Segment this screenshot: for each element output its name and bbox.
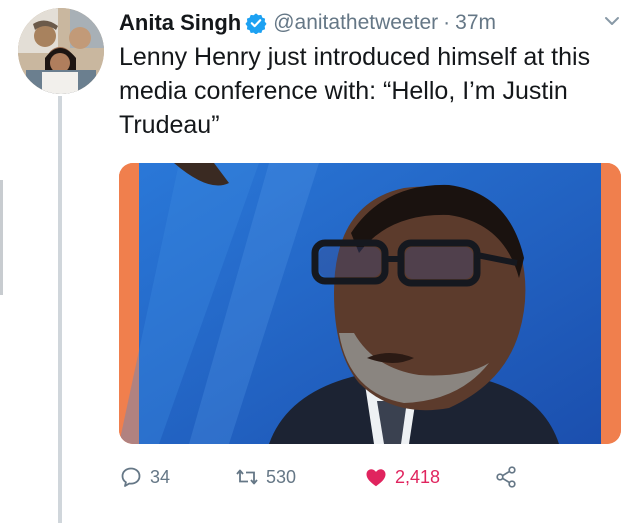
- reply-action[interactable]: 34: [119, 462, 235, 492]
- like-count: 2,418: [395, 466, 441, 487]
- tweet-media-image[interactable]: [119, 163, 621, 444]
- tweet-header: Anita Singh @anitathetweeter · 37m: [119, 8, 496, 38]
- left-edge-divider: [0, 180, 3, 295]
- share-action[interactable]: [494, 462, 518, 492]
- tweet-actions: 34 530 2,418: [119, 462, 518, 492]
- header-separator: ·: [443, 11, 451, 34]
- like-action[interactable]: 2,418: [364, 462, 494, 492]
- reply-count: 34: [150, 466, 171, 487]
- tweet-text: Lenny Henry just introduced himself at t…: [119, 43, 591, 139]
- author-handle[interactable]: @anitathetweeter: [273, 11, 438, 35]
- reply-icon: [121, 467, 141, 487]
- heart-icon: [366, 469, 386, 487]
- verified-badge-icon: [245, 13, 267, 34]
- thread-line: [58, 96, 62, 523]
- retweet-count: 530: [266, 466, 297, 487]
- avatar[interactable]: [18, 8, 104, 94]
- retweet-action[interactable]: 530: [235, 462, 364, 492]
- retweet-icon: [236, 469, 258, 485]
- tweet-timestamp[interactable]: 37m: [455, 11, 496, 35]
- chevron-down-icon[interactable]: [603, 14, 621, 28]
- share-icon: [496, 466, 516, 488]
- author-name[interactable]: Anita Singh: [119, 10, 241, 36]
